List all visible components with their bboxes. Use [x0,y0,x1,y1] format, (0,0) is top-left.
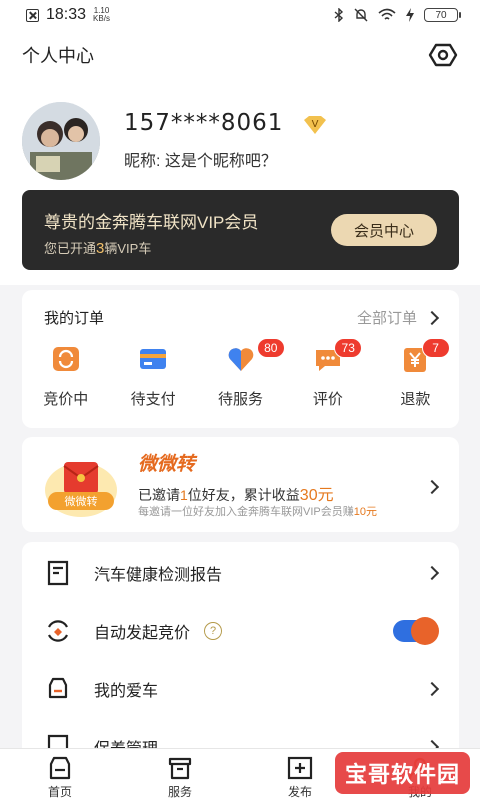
vip-badge-icon: V [304,116,326,134]
svg-text:微微转: 微微转 [65,494,98,508]
orders-card: 我的订单 全部订单 竞价中 待支付 待服务 80 评价 73 退款 7 [22,290,459,428]
vip-card: 尊贵的金奔腾车联网VIP会员 您已开通3辆VIP车 会员中心 [22,190,459,270]
notification-close-icon [26,8,39,22]
badge-count: 73 [334,338,363,358]
car-icon [48,677,68,699]
list-item-auto-bid: 自动发起竞价 ? [22,602,459,660]
avatar[interactable] [22,102,100,180]
user-phone: 157****8061 [124,110,284,136]
mute-bell-icon [354,8,368,22]
tab-service[interactable]: 服务 [120,749,240,800]
heart-icon [228,348,253,371]
charging-icon [406,8,414,22]
invite-stats: 已邀请1位好友，累计收益30元 [138,487,334,504]
chevron-right-icon [424,479,440,495]
settings-icon[interactable] [428,40,458,70]
report-icon [47,560,69,586]
bluetooth-icon [334,8,344,22]
vip-subtitle: 您已开通3辆VIP车 [44,240,152,257]
order-status-pending-service[interactable]: 待服务 80 [197,338,285,416]
tab-home[interactable]: 首页 [0,749,120,800]
list-item-my-car[interactable]: 我的爱车 [22,660,459,718]
profile-section: 157****8061 V 昵称: 这是个昵称吧？ 尊贵的金奔腾车联网VIP会员… [0,80,480,285]
card-icon [140,349,167,369]
publish-icon [287,756,313,780]
chevron-right-icon [424,310,440,325]
wifi-icon [378,8,396,20]
user-nickname[interactable]: 昵称: 这是个昵称吧？ [124,147,277,171]
chevron-right-icon [424,681,440,697]
menu-list: 汽车健康检测报告 自动发起竞价 ? 我的爱车 保养管理 [22,542,459,752]
page-title: 个人中心 [22,46,94,66]
service-icon [168,757,192,780]
help-icon[interactable]: ? [204,622,223,640]
order-status-refund[interactable]: 退款 7 [372,338,459,416]
bidding-icon [52,347,79,371]
badge-count: 7 [421,338,450,358]
site-watermark: 宝哥软件园 [335,752,470,794]
red-envelope-logo: 微微转 [45,462,117,517]
order-status-bidding[interactable]: 竞价中 [22,338,109,416]
status-time: 18:33 [46,6,87,23]
auto-bid-toggle[interactable] [393,617,439,645]
vip-title: 尊贵的金奔腾车联网VIP会员 [44,213,259,232]
home-car-icon [49,756,71,780]
badge-count: 80 [256,338,285,358]
orders-title: 我的订单 [44,310,105,327]
auto-bid-icon [48,620,68,642]
avatar-photo [22,102,100,180]
battery-icon: 70 [424,8,461,22]
order-status-unpaid[interactable]: 待支付 [109,338,196,416]
all-orders-link[interactable]: 全部订单 [357,307,440,328]
network-speed: 1.10 KB/s [93,6,110,23]
order-status-review[interactable]: 评价 73 [284,338,371,416]
svg-text:V: V [312,119,319,130]
list-item-health-report[interactable]: 汽车健康检测报告 [22,544,459,602]
invite-brand: 微微转 [138,454,196,475]
chevron-right-icon [424,565,440,581]
page-header: 个人中心 [0,30,480,80]
member-center-button[interactable]: 会员中心 [331,214,437,246]
invite-description: 每邀请一位好友加入金奔腾车联网VIP会员赚10元 [138,506,377,518]
invite-banner[interactable]: 微微转 微微转 已邀请1位好友，累计收益30元 每邀请一位好友加入金奔腾车联网V… [22,437,459,532]
list-item-maintenance[interactable]: 保养管理 [22,718,459,752]
status-bar: 18:33 1.10 KB/s 70 [0,0,480,30]
